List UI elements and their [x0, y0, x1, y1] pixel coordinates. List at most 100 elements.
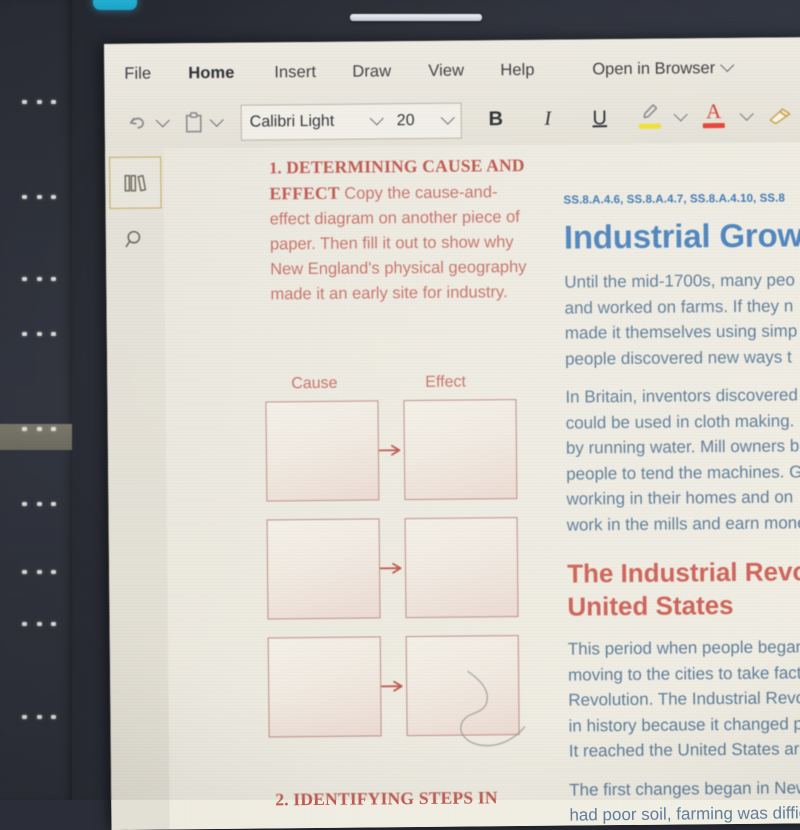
rail-overflow-dots-5[interactable] — [22, 422, 56, 436]
italic-button[interactable]: I — [535, 102, 561, 136]
document-side-rail[interactable] — [105, 148, 171, 830]
question-2-heading: IDENTIFYING STEPS IN — [293, 787, 498, 809]
standards-line: SS.8.A.4.6, SS.8.A.4.7, SS.8.A.4.10, SS.… — [563, 192, 800, 207]
paragraph-4-line: had poor soil, farming was difficu — [569, 800, 800, 828]
headings-panel-button[interactable] — [109, 156, 161, 208]
diagram-arrow — [379, 562, 405, 574]
tab-help[interactable]: Help — [500, 50, 535, 90]
diagram-row — [268, 635, 549, 743]
heading-industrial-growth: Industrial Grow — [564, 216, 800, 257]
arrow-right-icon — [380, 680, 406, 692]
rail-overflow-dots-3[interactable] — [22, 272, 56, 286]
tab-view[interactable]: View — [428, 51, 464, 91]
diagram-row — [265, 399, 546, 507]
paragraph-2-line: working in their homes and on — [566, 484, 800, 512]
font-name-combobox[interactable]: Calibri Light — [241, 103, 391, 140]
paragraph-4-line: The first changes began in New — [569, 774, 800, 802]
question-1-number: 1. — [269, 158, 282, 177]
rail-overflow-dots-2[interactable] — [22, 190, 56, 204]
right-text-column: SS.8.A.4.6, SS.8.A.4.7, SS.8.A.4.10, SS.… — [563, 192, 800, 830]
cause-label: Cause — [291, 375, 337, 393]
font-size-combobox[interactable]: 20 — [389, 103, 462, 140]
paragraph-1-line: people discovered new ways t — [565, 343, 800, 371]
document-page[interactable]: 1. DETERMINING CAUSE AND EFFECT Copy the… — [163, 142, 800, 829]
rail-overflow-dots-8[interactable] — [22, 617, 56, 631]
question-1: 1. DETERMINING CAUSE AND EFFECT Copy the… — [269, 153, 534, 308]
underline-button[interactable]: U — [587, 101, 613, 135]
open-in-browser-button[interactable]: Open in Browser — [592, 48, 732, 89]
rail-overflow-dots-9[interactable] — [22, 710, 56, 724]
cause-effect-diagram: Cause Effect — [265, 373, 549, 756]
paragraph-2-line: by running water. Mill owners b — [566, 433, 800, 461]
paintbrush-icon — [767, 105, 793, 129]
effect-label: Effect — [425, 374, 466, 392]
paragraph-2-line: work in the mills and earn mone — [567, 509, 800, 537]
top-progress-indicator — [350, 14, 482, 21]
highlighter-pen-icon — [635, 100, 665, 124]
font-color-button[interactable]: A — [699, 99, 729, 135]
tab-home[interactable]: Home — [188, 53, 235, 93]
rail-overflow-dots-1[interactable] — [22, 95, 56, 109]
rail-overflow-dots-6[interactable] — [22, 497, 56, 511]
rail-overflow-dots-7[interactable] — [22, 565, 56, 579]
effect-box[interactable] — [405, 517, 519, 618]
chevron-down-icon — [720, 58, 734, 72]
highlight-chevron-icon[interactable] — [674, 107, 688, 121]
format-painter-button[interactable] — [767, 97, 793, 137]
tab-draw[interactable]: Draw — [352, 51, 391, 91]
paste-button[interactable] — [183, 103, 222, 143]
heading-line: The Industrial Revo — [567, 555, 800, 591]
diagram-arrow — [378, 444, 404, 456]
question-2: 2. IDENTIFYING STEPS IN — [275, 785, 555, 812]
font-color-chevron-icon[interactable] — [740, 107, 754, 121]
highlight-color-button[interactable] — [635, 100, 665, 136]
ribbon-tab-strip[interactable]: File Home Insert Draw View Help Open in … — [104, 47, 800, 98]
paragraph-1-line: and worked on farms. If they n — [564, 292, 800, 320]
bold-button[interactable]: B — [483, 102, 509, 136]
paragraph-3: This period when people began moving to … — [568, 634, 800, 764]
paragraph-3-line: Revolution. The Industrial Revolu — [568, 685, 800, 713]
diagram-labels: Cause Effect — [265, 373, 545, 402]
paragraph-4-line: kinds of work to earn a living. Thi — [570, 825, 800, 830]
books-headings-icon — [122, 171, 148, 195]
paragraph-3-line: moving to the cities to take facto — [568, 659, 800, 687]
font-name-value: Calibri Light — [242, 113, 365, 132]
font-name-chevron-icon[interactable] — [370, 111, 384, 125]
paragraph-1-line: Until the mid-1700s, many peo — [564, 267, 800, 295]
tab-file[interactable]: File — [124, 54, 151, 94]
undo-chevron-icon[interactable] — [156, 113, 170, 127]
undo-icon — [127, 112, 151, 136]
ribbon: File Home Insert Draw View Help Open in … — [104, 37, 800, 149]
document-app-window: File Home Insert Draw View Help Open in … — [104, 37, 800, 830]
paragraph-3-line: in history because it changed pe — [568, 710, 800, 738]
cause-box[interactable] — [268, 636, 382, 737]
tab-insert[interactable]: Insert — [274, 52, 316, 92]
diagram-arrow — [380, 680, 406, 692]
paragraph-2-line: In Britain, inventors discovered — [565, 382, 800, 410]
paragraph-2-line: people to tend the machines. G — [566, 458, 800, 486]
paragraph-4: The first changes began in New had poor … — [569, 774, 800, 830]
effect-box[interactable] — [403, 399, 517, 500]
font-size-chevron-icon[interactable] — [441, 111, 455, 125]
paragraph-1: Until the mid-1700s, many peo and worked… — [564, 267, 800, 372]
paragraph-2: In Britain, inventors discovered could b… — [565, 382, 800, 538]
diagram-row — [267, 517, 548, 625]
undo-button[interactable] — [127, 103, 168, 143]
rail-overflow-dots-4[interactable] — [22, 327, 56, 341]
arrow-right-icon — [379, 562, 405, 574]
paragraph-2-line: could be used in cloth making. — [566, 407, 800, 435]
font-color-letter-icon: A — [699, 99, 729, 123]
font-color-swatch — [703, 123, 725, 128]
cyan-browser-tab[interactable] — [93, 0, 137, 10]
arrow-right-icon — [378, 444, 404, 456]
paste-chevron-icon[interactable] — [210, 113, 224, 127]
search-icon — [123, 228, 147, 252]
search-panel-button[interactable] — [110, 214, 160, 264]
cause-box[interactable] — [265, 400, 379, 501]
font-size-value: 20 — [389, 112, 436, 130]
effect-box[interactable] — [406, 635, 520, 736]
cause-box[interactable] — [267, 518, 381, 619]
highlight-color-swatch — [639, 124, 661, 129]
left-app-rail[interactable] — [0, 0, 72, 800]
paragraph-1-line: made it themselves using simp — [565, 318, 800, 346]
